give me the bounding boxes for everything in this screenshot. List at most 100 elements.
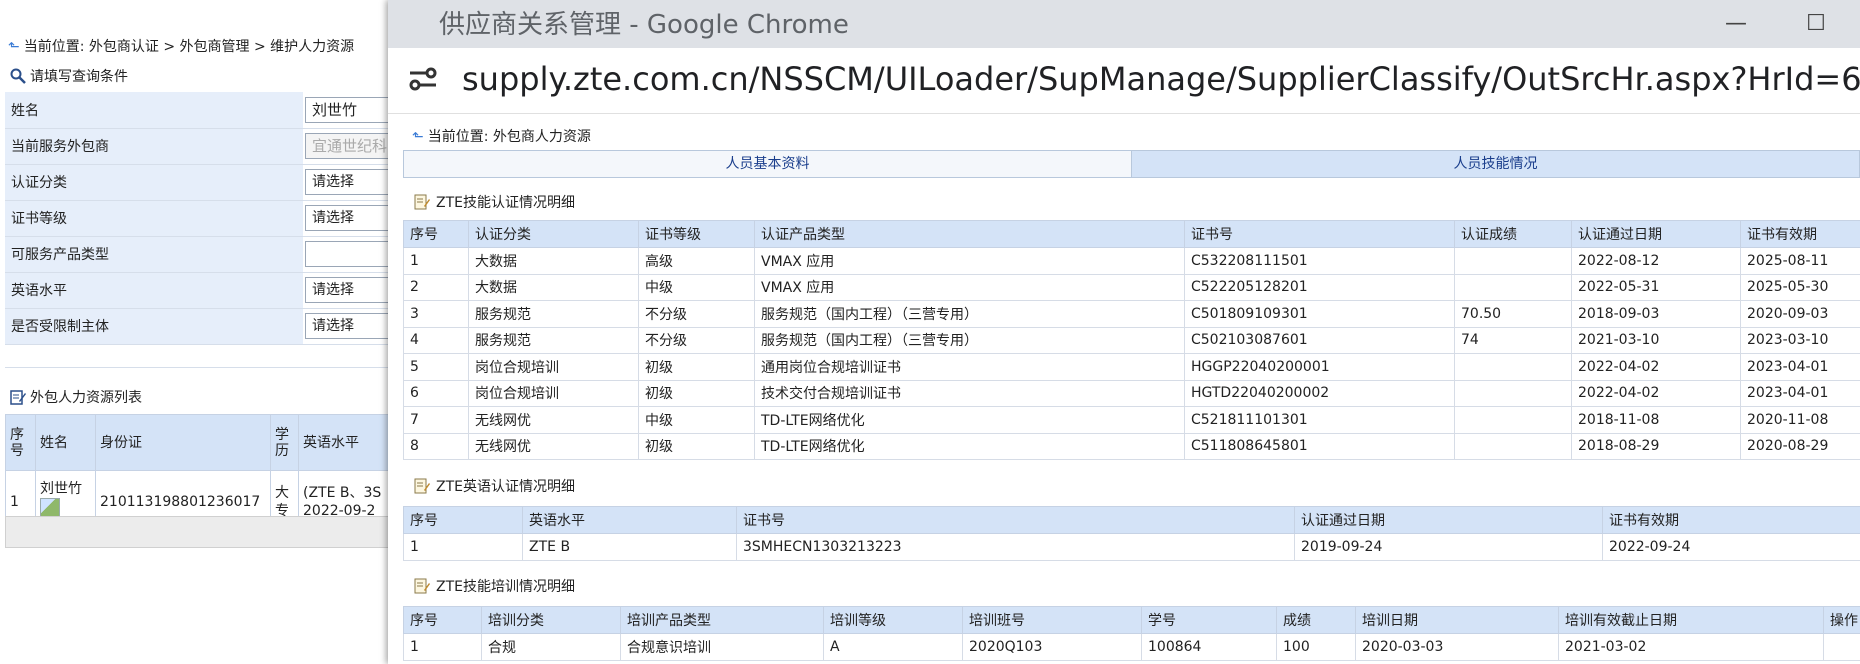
column-header: 英语水平 bbox=[522, 506, 737, 534]
table-cell: 7 bbox=[403, 406, 469, 434]
column-header: 证书等级 bbox=[638, 220, 755, 248]
table-cell: 无线网优 bbox=[468, 432, 639, 460]
query-row: 当前服务外包商 宜通世纪科 bbox=[5, 128, 405, 165]
skill-cert-title: ZTE技能认证情况明细 bbox=[414, 192, 575, 212]
table-cell: 100864 bbox=[1141, 633, 1277, 661]
table-cell: 岗位合规培训 bbox=[468, 353, 639, 381]
table-row[interactable]: 1 合规 合规意识培训 A 2020Q103 100864 100 2020-03-03 202… bbox=[403, 633, 1860, 661]
breadcrumb: ⬑ 当前位置: 外包商认证 > 外包商管理 > 维护人力资源 bbox=[8, 39, 355, 55]
table-cell: 服务规范 bbox=[468, 300, 639, 328]
table-cell: C532208111501 bbox=[1184, 247, 1455, 275]
table-cell: 中级 bbox=[638, 273, 755, 301]
note-icon bbox=[414, 194, 430, 210]
broken-image-icon bbox=[40, 498, 60, 518]
table-row[interactable]: 1 ZTE B 3SMHECN1303213223 2019-09-24 2022-09… bbox=[403, 533, 1860, 561]
window-titlebar[interactable]: 供应商关系管理 - Google Chrome — ☐ bbox=[388, 0, 1860, 48]
table-row[interactable]: 5 岗位合规培训 初级 通用岗位合规培训证书 HGGP22040200001 2022-0… bbox=[403, 353, 1860, 381]
table-cell: 高级 bbox=[638, 247, 755, 275]
table-row[interactable]: 4 服务规范 不分级 服务规范（国内工程）（三营专用） C502103087601 74 2… bbox=[403, 326, 1860, 354]
address-bar[interactable]: supply.zte.com.cn/NSSCM/UILoader/SupMana… bbox=[388, 48, 1860, 114]
table-cell: 初级 bbox=[638, 432, 755, 460]
table-cell: 1 bbox=[403, 633, 482, 661]
table-cell: 2021-03-10 bbox=[1571, 326, 1741, 354]
column-header: 学号 bbox=[1141, 606, 1277, 634]
tab-basic-info[interactable]: 人员基本资料 bbox=[404, 151, 1131, 177]
table-cell: 2018-09-03 bbox=[1571, 300, 1741, 328]
table-cell: 2022-04-02 bbox=[1571, 353, 1741, 381]
table-cell: 1 bbox=[403, 533, 523, 561]
table-cell: C522205128201 bbox=[1184, 273, 1455, 301]
table-cell: 5 bbox=[403, 353, 469, 381]
table-row[interactable]: 2 大数据 中级 VMAX 应用 C522205128201 2022-05-31 2025… bbox=[403, 273, 1860, 301]
column-header: 证书号 bbox=[1184, 220, 1455, 248]
table-cell: 无线网优 bbox=[468, 406, 639, 434]
note-icon bbox=[414, 478, 430, 494]
table-cell: 合规意识培训 bbox=[620, 633, 824, 661]
minimize-button[interactable]: — bbox=[1716, 6, 1756, 42]
table-cell: C521811101301 bbox=[1184, 406, 1455, 434]
table-cell: HGTD22040200002 bbox=[1184, 379, 1455, 407]
table-cell: TD-LTE网络优化 bbox=[754, 432, 1185, 460]
maximize-button[interactable]: ☐ bbox=[1796, 6, 1836, 42]
table-cell: 2021-03-02 bbox=[1558, 633, 1824, 661]
table-cell: C511808645801 bbox=[1184, 432, 1455, 460]
table-cell: 服务规范（国内工程）（三营专用） bbox=[754, 300, 1185, 328]
col-id: 身份证 bbox=[95, 414, 271, 471]
query-section-title: 请填写查询条件 bbox=[10, 66, 128, 86]
table-cell: 3 bbox=[403, 300, 469, 328]
table-cell: TD-LTE网络优化 bbox=[754, 406, 1185, 434]
table-cell: 不分级 bbox=[638, 326, 755, 354]
skill-cert-table: 序号 认证分类 证书等级 认证产品类型 证书号 认证成绩 认证通过日期 证书有效期 1 大数据高… bbox=[403, 220, 1860, 460]
table-cell: 2019-09-24 bbox=[1294, 533, 1603, 561]
table-cell: 2023-04-01 bbox=[1740, 353, 1860, 381]
table-cell: A bbox=[823, 633, 963, 661]
column-header: 培训等级 bbox=[823, 606, 963, 634]
table-cell: 初级 bbox=[638, 353, 755, 381]
column-header: 认证分类 bbox=[468, 220, 639, 248]
tab-skills[interactable]: 人员技能情况 bbox=[1131, 151, 1859, 177]
column-header: 序号 bbox=[403, 506, 523, 534]
col-edu: 学历 bbox=[270, 414, 299, 471]
table-cell: 2020-03-03 bbox=[1355, 633, 1559, 661]
table-cell bbox=[1454, 247, 1572, 275]
table-cell: 通用岗位合规培训证书 bbox=[754, 353, 1185, 381]
table-cell bbox=[1454, 353, 1572, 381]
table-row[interactable]: 6 岗位合规培训 初级 技术交付合规培训证书 HGTD22040200002 2022-0… bbox=[403, 379, 1860, 407]
table-cell: 2018-08-29 bbox=[1571, 432, 1741, 460]
table-cell: VMAX 应用 bbox=[754, 273, 1185, 301]
table-cell: C502103087601 bbox=[1184, 326, 1455, 354]
table-cell bbox=[1454, 406, 1572, 434]
table-cell: 100 bbox=[1276, 633, 1356, 661]
column-header: 培训分类 bbox=[481, 606, 621, 634]
table-row[interactable]: 8 无线网优 初级 TD-LTE网络优化 C511808645801 2018-08-29… bbox=[403, 432, 1860, 460]
site-info-icon[interactable] bbox=[408, 64, 438, 94]
table-cell bbox=[1823, 633, 1860, 661]
table-row[interactable]: 3 服务规范 不分级 服务规范（国内工程）（三营专用） C501809109301 70.… bbox=[403, 300, 1860, 328]
table-cell: HGGP22040200001 bbox=[1184, 353, 1455, 381]
url-text[interactable]: supply.zte.com.cn/NSSCM/UILoader/SupMana… bbox=[462, 60, 1860, 98]
query-form: 姓名 刘世竹 当前服务外包商 宜通世纪科 认证分类 请选择 证书等级 请选择 可服务产品类型 英语… bbox=[5, 92, 405, 345]
note-icon bbox=[414, 578, 430, 594]
english-cert-table: 序号 英语水平 证书号 认证通过日期 证书有效期 1 ZTE B 3SMHECN130321… bbox=[403, 506, 1860, 561]
table-cell: 70.50 bbox=[1454, 300, 1572, 328]
column-header: 培训有效截止日期 bbox=[1558, 606, 1824, 634]
table-cell bbox=[1454, 432, 1572, 460]
query-row: 证书等级 请选择 bbox=[5, 200, 405, 237]
search-icon bbox=[10, 68, 26, 84]
table-cell: ZTE B bbox=[522, 533, 737, 561]
table-cell: C501809109301 bbox=[1184, 300, 1455, 328]
table-cell: 8 bbox=[403, 432, 469, 460]
table-cell: 2025-05-30 bbox=[1740, 273, 1860, 301]
table-cell: 2025-08-11 bbox=[1740, 247, 1860, 275]
table-cell: 2020Q103 bbox=[962, 633, 1142, 661]
breadcrumb-arrow-icon: ⬑ bbox=[8, 39, 20, 55]
chrome-popup-window: 供应商关系管理 - Google Chrome — ☐ supply.zte.c… bbox=[388, 0, 1860, 664]
table-row[interactable]: 7 无线网优 中级 TD-LTE网络优化 C521811101301 2018-11-08… bbox=[403, 406, 1860, 434]
column-header: 认证成绩 bbox=[1454, 220, 1572, 248]
table-cell: 大数据 bbox=[468, 247, 639, 275]
table-row[interactable]: 1 大数据 高级 VMAX 应用 C532208111501 2022-08-12 2025… bbox=[403, 247, 1860, 275]
popup-breadcrumb: ⬑ 当前位置: 外包商人力资源 bbox=[412, 129, 591, 145]
edit-list-icon bbox=[10, 390, 26, 405]
table-cell: 1 bbox=[403, 247, 469, 275]
table-cell: 2020-11-08 bbox=[1740, 406, 1860, 434]
